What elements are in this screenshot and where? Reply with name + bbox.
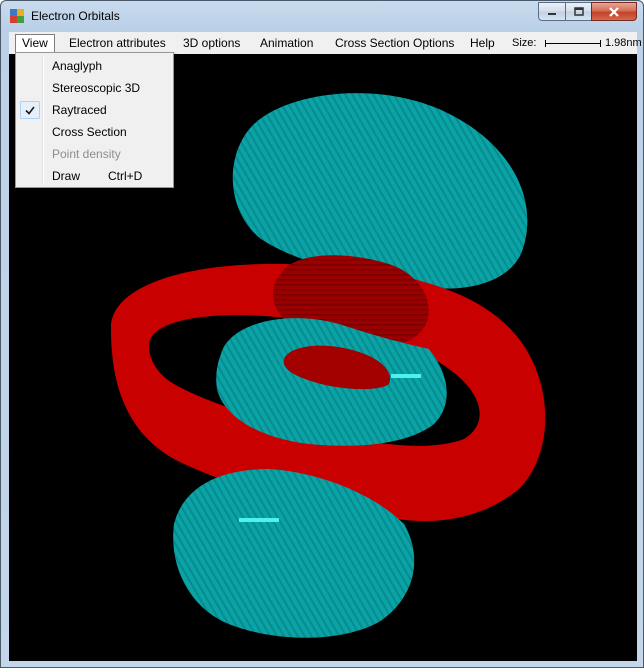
menu-item-anaglyph[interactable]: Anaglyph bbox=[18, 55, 171, 77]
upper-cyan-lobe bbox=[232, 93, 528, 289]
window-title: Electron Orbitals bbox=[31, 9, 120, 23]
menu-bar: View Electron attributes 3D options Anim… bbox=[9, 32, 642, 54]
menu-item-stereoscopic-3d[interactable]: Stereoscopic 3D bbox=[18, 77, 171, 99]
caption-buttons bbox=[538, 2, 637, 22]
menu-electron-attributes[interactable]: Electron attributes bbox=[62, 34, 173, 52]
menu-item-shortcut: Ctrl+D bbox=[108, 169, 143, 183]
size-label: Size: bbox=[512, 37, 537, 49]
maximize-button[interactable] bbox=[565, 2, 591, 21]
menu-3d-options[interactable]: 3D options bbox=[176, 34, 247, 52]
menu-item-point-density: Point density bbox=[18, 143, 171, 165]
highlight-streak bbox=[391, 374, 421, 378]
menu-item-label: Cross Section bbox=[52, 125, 127, 139]
menu-item-draw[interactable]: Draw Ctrl+D bbox=[18, 165, 171, 187]
menu-item-label: Anaglyph bbox=[52, 59, 103, 73]
close-icon bbox=[609, 6, 619, 17]
menu-view[interactable]: View bbox=[15, 34, 55, 52]
menu-help[interactable]: Help bbox=[463, 34, 502, 52]
highlight-streak bbox=[239, 518, 279, 522]
minimize-button[interactable] bbox=[538, 2, 565, 21]
menu-item-label: Raytraced bbox=[52, 103, 107, 117]
menu-animation[interactable]: Animation bbox=[253, 34, 320, 52]
checkmark-icon bbox=[20, 101, 40, 119]
menu-cross-section-options[interactable]: Cross Section Options bbox=[328, 34, 461, 52]
menu-item-label: Stereoscopic 3D bbox=[52, 81, 141, 95]
close-button[interactable] bbox=[591, 2, 637, 21]
menu-item-label: Point density bbox=[52, 147, 121, 161]
maximize-icon bbox=[573, 7, 584, 16]
title-bar[interactable]: Electron Orbitals bbox=[1, 1, 643, 31]
minimize-icon bbox=[548, 12, 556, 15]
menu-item-label: Draw bbox=[52, 169, 81, 183]
app-icon bbox=[10, 9, 24, 23]
scale-bar bbox=[545, 40, 601, 47]
size-value: 1.98nm bbox=[605, 37, 642, 49]
menu-item-raytraced[interactable]: Raytraced bbox=[18, 99, 171, 121]
view-menu-dropdown: Anaglyph Stereoscopic 3D Raytraced Cross… bbox=[15, 52, 174, 188]
menu-item-cross-section[interactable]: Cross Section bbox=[18, 121, 171, 143]
